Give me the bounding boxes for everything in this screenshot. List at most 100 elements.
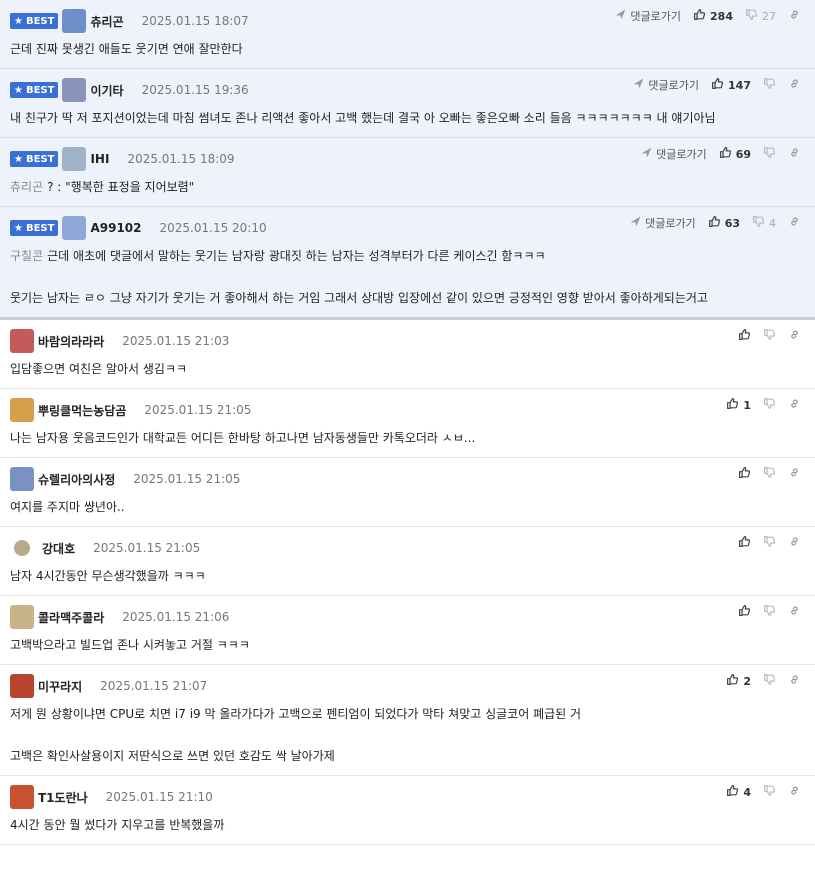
comment-row: ★ BEST IHI 2025.01.15 18:09 댓글로가기 69 츄리곤 ? : "행… bbox=[0, 138, 815, 207]
comment-actions: 4 bbox=[714, 784, 801, 800]
reply-link[interactable]: 댓글로가기 bbox=[629, 215, 696, 231]
avatar[interactable] bbox=[10, 329, 34, 353]
nickname[interactable]: A99102 bbox=[90, 221, 141, 235]
dislike-button[interactable] bbox=[763, 77, 776, 93]
dislike-button[interactable]: 4 bbox=[752, 215, 776, 231]
link-button[interactable] bbox=[788, 673, 801, 689]
link-icon bbox=[788, 535, 801, 551]
thumbs-up-icon bbox=[693, 8, 706, 24]
like-button[interactable]: 1 bbox=[726, 397, 751, 413]
reply-link[interactable]: 댓글로가기 bbox=[640, 146, 707, 162]
thumbs-down-icon bbox=[752, 215, 765, 231]
comment-text: 츄리곤 ? : "행복한 표정을 지어보렴" bbox=[10, 178, 805, 196]
avatar[interactable] bbox=[10, 785, 34, 809]
link-button[interactable] bbox=[788, 8, 801, 24]
link-button[interactable] bbox=[788, 604, 801, 620]
thumbs-down-icon bbox=[763, 466, 776, 482]
link-button[interactable] bbox=[788, 397, 801, 413]
dislike-button[interactable]: 27 bbox=[745, 8, 776, 24]
thumbs-up-icon bbox=[726, 784, 739, 800]
link-icon bbox=[788, 673, 801, 689]
comment-row: ★ BEST A99102 2025.01.15 20:10 댓글로가기 63 4 구칠콘 근데… bbox=[0, 207, 815, 320]
like-button[interactable]: 4 bbox=[726, 784, 751, 800]
like-count: 2 bbox=[743, 674, 751, 688]
avatar[interactable] bbox=[62, 9, 87, 33]
quoted-nickname[interactable]: 츄리곤 bbox=[10, 180, 43, 194]
best-label: BEST bbox=[25, 222, 55, 234]
dislike-button[interactable] bbox=[763, 146, 776, 162]
like-button[interactable]: 63 bbox=[708, 215, 740, 231]
avatar[interactable] bbox=[62, 147, 87, 171]
nickname[interactable]: 바람의라라라 bbox=[38, 333, 104, 350]
nickname[interactable]: 츄리곤 bbox=[90, 13, 123, 30]
comment-body: 구칠콘 근데 애초에 댓글에서 말하는 웃기는 남자랑 광대짓 하는 남자는 성격… bbox=[10, 247, 805, 307]
nickname[interactable]: 미꾸라지 bbox=[38, 678, 82, 695]
best-badge: ★ BEST bbox=[10, 151, 59, 167]
nickname[interactable]: IHI bbox=[90, 152, 109, 166]
nickname[interactable]: 뿌링클먹는농담곰 bbox=[38, 402, 126, 419]
avatar[interactable] bbox=[10, 674, 34, 698]
nickname[interactable]: 이기타 bbox=[90, 82, 123, 99]
dislike-button[interactable] bbox=[763, 784, 776, 800]
like-button[interactable]: 2 bbox=[726, 673, 751, 689]
comment-row: ★ BEST 이기타 2025.01.15 19:36 댓글로가기 147 내 친구가 딱 … bbox=[0, 69, 815, 138]
nickname[interactable]: T1도란나 bbox=[38, 789, 88, 806]
like-count: 284 bbox=[710, 9, 733, 23]
reply-link[interactable]: 댓글로가기 bbox=[632, 77, 699, 93]
send-arrow-icon bbox=[632, 77, 648, 93]
comment-row: 슈렐리아의사정 2025.01.15 21:05 여지를 주지마 썅년아.. bbox=[0, 458, 815, 527]
dislike-button[interactable] bbox=[763, 673, 776, 689]
dislike-button[interactable] bbox=[763, 604, 776, 620]
avatar[interactable] bbox=[10, 467, 34, 491]
reply-label: 댓글로가기 bbox=[648, 79, 700, 92]
comment-body: 고백박으라고 빌드업 존나 시켜놓고 거절 ㅋㅋㅋ bbox=[10, 636, 805, 654]
dislike-count: 27 bbox=[762, 9, 776, 23]
avatar[interactable] bbox=[10, 398, 34, 422]
comment-actions: 댓글로가기 284 27 bbox=[602, 8, 801, 24]
dislike-button[interactable] bbox=[763, 535, 776, 551]
comment-line: 고백박으라고 빌드업 존나 시켜놓고 거절 ㅋㅋㅋ bbox=[10, 638, 250, 652]
comment-date: 2025.01.15 21:10 bbox=[105, 790, 213, 804]
thumbs-down-icon bbox=[763, 784, 776, 800]
comment-body: 내 친구가 딱 저 포지션이었는데 마침 썸녀도 존나 리액션 좋아서 고백 했… bbox=[10, 109, 805, 127]
comment-actions: 댓글로가기 63 4 bbox=[617, 215, 801, 231]
link-button[interactable] bbox=[788, 466, 801, 482]
like-button[interactable] bbox=[738, 604, 751, 620]
thumbs-up-icon bbox=[711, 77, 724, 93]
avatar[interactable] bbox=[62, 216, 87, 240]
like-button[interactable]: 147 bbox=[711, 77, 751, 93]
comment-body: 4시간 동안 뭘 썼다가 지우고를 반복했을까 bbox=[10, 816, 805, 834]
link-button[interactable] bbox=[788, 146, 801, 162]
avatar[interactable] bbox=[14, 540, 30, 556]
reply-link[interactable]: 댓글로가기 bbox=[614, 8, 681, 24]
like-count: 63 bbox=[724, 216, 740, 230]
comment-line: 근데 진짜 못생긴 애들도 웃기면 연애 잘만한다 bbox=[10, 42, 243, 56]
dislike-button[interactable] bbox=[763, 466, 776, 482]
avatar[interactable] bbox=[62, 78, 87, 102]
quoted-nickname[interactable]: 구칠콘 bbox=[10, 249, 43, 263]
comment-body: 여지를 주지마 썅년아.. bbox=[10, 498, 805, 516]
dislike-button[interactable] bbox=[763, 397, 776, 413]
dislike-button[interactable] bbox=[763, 328, 776, 344]
comment-body: 입담좋으면 여친은 알아서 생김ㅋㅋ bbox=[10, 360, 805, 378]
like-button[interactable]: 284 bbox=[693, 8, 733, 24]
nickname[interactable]: 슈렐리아의사정 bbox=[38, 471, 115, 488]
link-icon bbox=[788, 466, 801, 482]
like-button[interactable] bbox=[738, 535, 751, 551]
avatar[interactable] bbox=[10, 605, 34, 629]
nickname[interactable]: 강대호 bbox=[42, 540, 75, 557]
comment-text: 남자 4시간동안 무슨생각했을까 ㅋㅋㅋ bbox=[10, 567, 805, 585]
link-button[interactable] bbox=[788, 784, 801, 800]
like-button[interactable]: 69 bbox=[719, 146, 751, 162]
like-button[interactable] bbox=[738, 466, 751, 482]
thumbs-down-icon bbox=[763, 146, 776, 162]
comment-actions: 1 bbox=[714, 397, 801, 413]
nickname[interactable]: 콜라맥주콜라 bbox=[38, 609, 104, 626]
link-button[interactable] bbox=[788, 535, 801, 551]
link-button[interactable] bbox=[788, 328, 801, 344]
comment-actions bbox=[726, 535, 801, 551]
thumbs-down-icon bbox=[763, 604, 776, 620]
like-button[interactable] bbox=[738, 328, 751, 344]
link-button[interactable] bbox=[788, 77, 801, 93]
link-button[interactable] bbox=[788, 215, 801, 231]
